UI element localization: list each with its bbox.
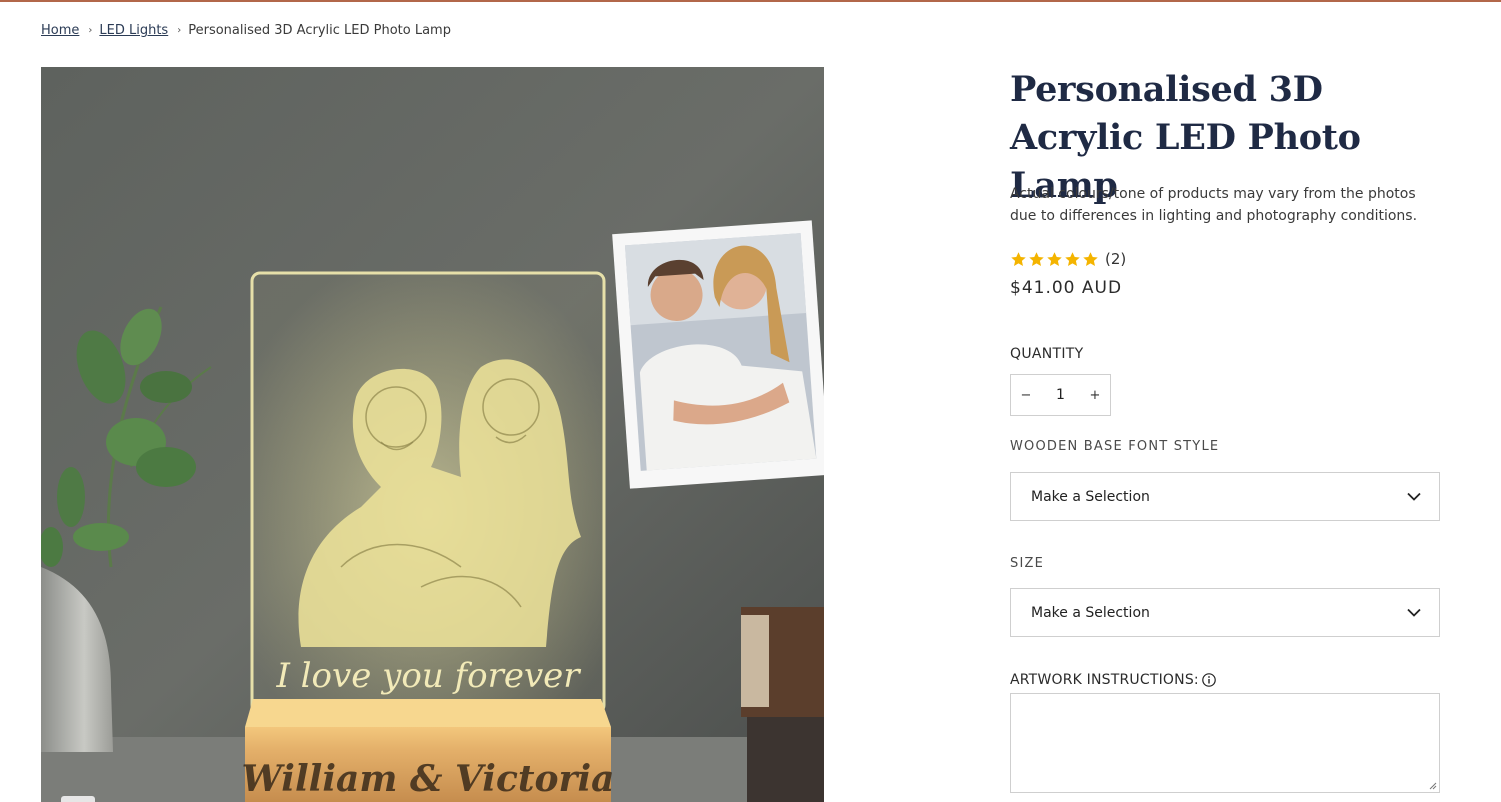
breadcrumb-current: Personalised 3D Acrylic LED Photo Lamp	[188, 23, 451, 38]
product-rating[interactable]: (2)	[1010, 250, 1126, 268]
wooden-base: William & Victoria	[242, 699, 615, 802]
top-accent-line	[0, 0, 1501, 2]
font-style-label: WOODEN BASE FONT STYLE	[1010, 439, 1220, 454]
gallery-indicator[interactable]	[61, 796, 95, 802]
star-icon	[1047, 251, 1062, 266]
artwork-instructions-textarea[interactable]	[1010, 693, 1440, 793]
quantity-input[interactable]	[1043, 386, 1078, 404]
info-icon[interactable]	[1202, 673, 1216, 687]
review-count: (2)	[1105, 250, 1127, 268]
breadcrumb-separator: ›	[177, 25, 182, 36]
breadcrumb-category-link[interactable]: LED Lights	[99, 23, 168, 38]
chevron-down-icon	[1407, 608, 1421, 617]
quantity-label: QUANTITY	[1010, 346, 1084, 362]
artwork-instructions-label: ARTWORK INSTRUCTIONS:	[1010, 672, 1216, 688]
breadcrumb-separator: ›	[88, 25, 93, 36]
star-icon	[1083, 251, 1098, 266]
font-style-value: Make a Selection	[1031, 488, 1150, 505]
breadcrumb: Home › LED Lights › Personalised 3D Acry…	[41, 23, 451, 38]
chevron-down-icon	[1407, 492, 1421, 501]
star-icon	[1065, 251, 1080, 266]
base-engraving-text: William & Victoria	[242, 758, 615, 800]
product-image[interactable]: I love you forever William & Victoria	[41, 67, 824, 802]
quantity-stepper: − +	[1010, 374, 1111, 416]
resize-grip-icon[interactable]	[1429, 782, 1437, 790]
acrylic-panel: I love you forever	[250, 271, 606, 715]
quantity-decrease-button[interactable]: −	[1011, 388, 1041, 403]
breadcrumb-home-link[interactable]: Home	[41, 23, 79, 38]
artwork-label-text: ARTWORK INSTRUCTIONS:	[1010, 672, 1199, 688]
size-label: SIZE	[1010, 556, 1045, 571]
product-photo: I love you forever William & Victoria	[41, 67, 824, 802]
polaroid-photo	[612, 220, 824, 489]
star-icon	[1011, 251, 1026, 266]
lamp-engraving-text: I love you forever	[275, 656, 581, 696]
font-style-select[interactable]: Make a Selection	[1010, 472, 1440, 521]
quantity-increase-button[interactable]: +	[1080, 388, 1110, 403]
books	[741, 607, 824, 802]
color-disclaimer: Actual colours/tone of products may vary…	[1010, 186, 1418, 224]
size-value: Make a Selection	[1031, 604, 1150, 621]
rating-stars	[1010, 251, 1100, 268]
product-price: $41.00 AUD	[1010, 278, 1123, 298]
product-info: Personalised 3D Acrylic LED Photo Lamp A…	[1010, 66, 1440, 793]
size-select[interactable]: Make a Selection	[1010, 588, 1440, 637]
star-icon	[1029, 251, 1044, 266]
